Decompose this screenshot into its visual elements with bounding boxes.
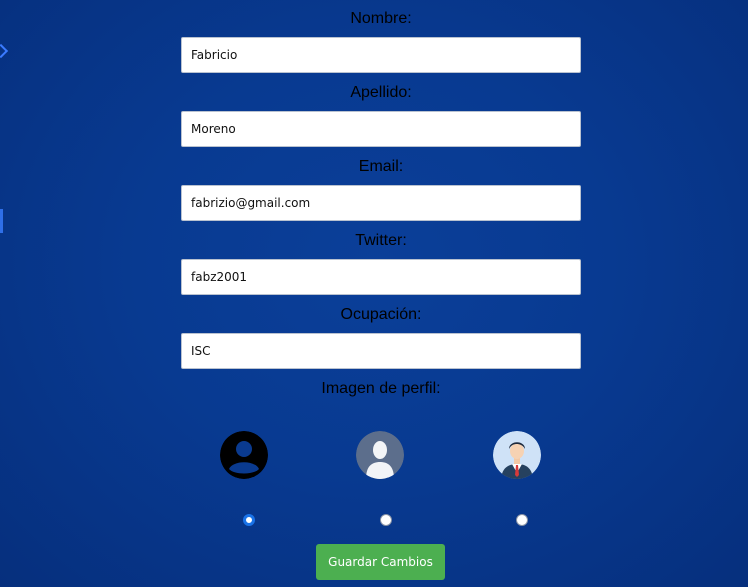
apellido-input[interactable]: [181, 111, 581, 147]
nombre-input[interactable]: [181, 37, 581, 73]
twitter-input[interactable]: [181, 259, 581, 295]
sidebar-edge-indicator: [0, 209, 3, 233]
email-label: Email:: [358, 158, 404, 175]
nombre-label: Nombre:: [350, 10, 412, 27]
default-user-icon[interactable]: [356, 431, 404, 479]
twitter-label: Twitter:: [355, 232, 407, 249]
email-input[interactable]: [181, 185, 581, 221]
apellido-label: Apellido:: [350, 84, 412, 101]
profile-image-label: Imagen de perfil:: [321, 380, 441, 397]
businessman-icon[interactable]: [493, 431, 541, 479]
avatar-1-radio[interactable]: [243, 514, 255, 526]
save-button[interactable]: Guardar Cambios: [316, 544, 445, 580]
person-silhouette-icon[interactable]: [220, 431, 268, 479]
ocupacion-label: Ocupación:: [340, 306, 422, 323]
avatar-3-radio[interactable]: [516, 514, 528, 526]
chevron-right-icon[interactable]: [0, 43, 9, 59]
avatar-2-radio[interactable]: [380, 514, 392, 526]
ocupacion-input[interactable]: [181, 333, 581, 369]
